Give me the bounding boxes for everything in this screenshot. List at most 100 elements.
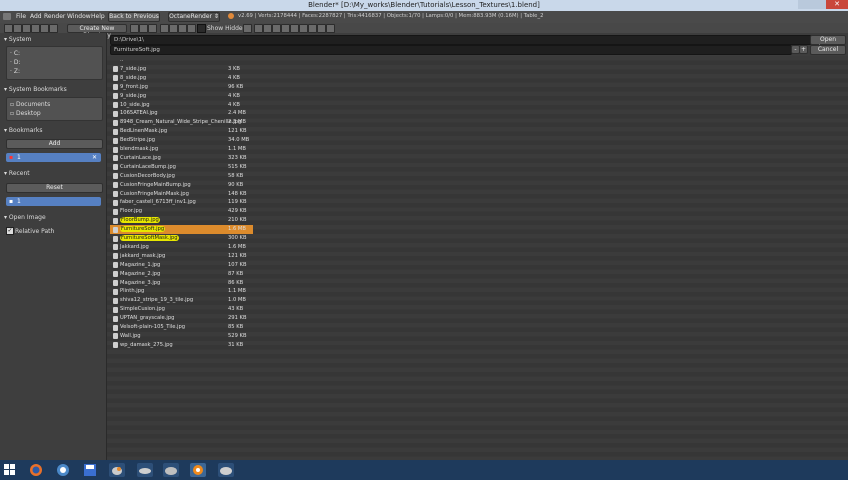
bookmark-item[interactable]: ▫ Documents — [10, 101, 50, 108]
refresh-icon[interactable] — [31, 24, 40, 33]
menu-help[interactable]: Help — [91, 13, 105, 20]
parent-directory-icon[interactable] — [4, 24, 13, 33]
app-icon[interactable] — [163, 463, 179, 477]
drive-item[interactable]: · D: — [10, 59, 20, 66]
forward-icon[interactable] — [22, 24, 31, 33]
file-row[interactable]: CurtainLace.jpg 323 KB — [110, 154, 253, 163]
file-row[interactable]: Magazine_3.jpg 86 KB — [110, 279, 253, 288]
menu-window[interactable]: Window — [67, 13, 91, 20]
file-row[interactable]: shiva12_stripe_19_3_tile.jpg 1.0 MB — [110, 296, 253, 305]
minimize-button[interactable] — [798, 0, 812, 9]
file-row[interactable]: CurtainLaceBump.jpg 515 KB — [110, 163, 253, 172]
sort-time-icon[interactable] — [178, 24, 187, 33]
filter-icon[interactable] — [243, 24, 252, 33]
windows-start-icon[interactable] — [3, 463, 17, 477]
file-row[interactable]: BedStripe.jpg 34.0 MB — [110, 136, 253, 145]
create-new-directory-button[interactable]: Create New Directory — [67, 24, 127, 39]
blender-icon[interactable] — [190, 463, 206, 477]
file-row[interactable]: 7_side.jpg 3 KB — [110, 65, 253, 74]
parent-directory-row[interactable]: .. — [110, 56, 253, 65]
menu-render[interactable]: Render — [44, 13, 65, 20]
file-row[interactable]: SimpleCusion.jpg 43 KB — [110, 305, 253, 314]
filter-more-icon[interactable] — [326, 24, 335, 33]
sort-name-icon[interactable] — [160, 24, 169, 33]
file-row[interactable]: 9_side.jpg 4 KB — [110, 92, 253, 101]
recent-header[interactable]: ▾ Recent — [4, 170, 30, 177]
filter-image-icon[interactable] — [272, 24, 281, 33]
system-bookmarks-header[interactable]: ▾ System Bookmarks — [4, 86, 67, 93]
increment-button[interactable]: + — [799, 45, 808, 54]
folder-icon[interactable] — [40, 24, 49, 33]
file-row[interactable]: jakkard_mask.jpg 121 KB — [110, 252, 253, 261]
file-row[interactable]: 1065ATEAI.jpg 2.4 MB — [110, 109, 253, 118]
reset-recent-button[interactable]: Reset — [6, 183, 103, 193]
bookmark-entry-selected[interactable]: ▪ 1 ✕ — [6, 153, 101, 162]
browser-icon[interactable] — [55, 463, 71, 477]
file-row[interactable]: UPTAN_grayscale.jpg 291 KB — [110, 314, 253, 323]
filter-folder-icon[interactable] — [254, 24, 263, 33]
filename-field[interactable]: FurnitureSoft.jpg — [110, 45, 792, 55]
render-engine-select[interactable]: OctaneRender ⇕ — [168, 12, 220, 22]
file-row[interactable]: 9_front.jpg 96 KB — [110, 83, 253, 92]
file-row[interactable]: Magazine_1.jpg 107 KB — [110, 261, 253, 270]
maximize-button[interactable] — [812, 0, 826, 9]
drive-item[interactable]: · C: — [10, 50, 20, 57]
file-row[interactable]: wp_damask_275.jpg 31 KB — [110, 341, 253, 350]
file-row[interactable]: CusionDecorBody.jpg 58 KB — [110, 172, 253, 181]
show-hidden-checkbox[interactable] — [197, 24, 206, 33]
file-row[interactable]: Magazine_2.jpg 87 KB — [110, 270, 253, 279]
file-row[interactable]: FloorBump.jpg 210 KB — [110, 216, 253, 225]
close-button[interactable]: ✕ — [826, 0, 848, 9]
view-icon[interactable] — [49, 24, 58, 33]
drive-item[interactable]: · Z: — [10, 68, 20, 75]
file-row[interactable]: FurnitureSoftMask.jpg 300 KB — [110, 234, 253, 243]
relative-path-checkbox[interactable]: ✓ — [6, 227, 14, 235]
filter-sound-icon[interactable] — [308, 24, 317, 33]
file-row[interactable]: Floor.jpg 429 KB — [110, 207, 253, 216]
open-image-header[interactable]: ▾ Open Image — [4, 214, 46, 221]
file-row[interactable]: Jakkard.jpg 1.6 MB — [110, 243, 253, 252]
filter-script-icon[interactable] — [290, 24, 299, 33]
filter-movie-icon[interactable] — [281, 24, 290, 33]
file-size: 291 KB — [228, 315, 247, 322]
firefox-icon[interactable] — [28, 463, 44, 477]
short-list-icon[interactable] — [148, 24, 157, 33]
sort-size-icon[interactable] — [187, 24, 196, 33]
blender-icon[interactable] — [137, 463, 153, 477]
directory-path-field[interactable]: D:\Drive\1\ — [110, 35, 812, 45]
filter-text-icon[interactable] — [317, 24, 326, 33]
save-icon[interactable] — [82, 463, 98, 477]
file-row[interactable]: Velsoft-plain-105_Tile.jpg 85 KB — [110, 323, 253, 332]
file-row[interactable]: Wall.jpg 529 KB — [110, 332, 253, 341]
back-to-previous-button[interactable]: Back to Previous — [108, 12, 160, 22]
app-icon[interactable] — [109, 463, 125, 477]
file-row[interactable]: faber_castell_6713ff_inv1.jpg 119 KB — [110, 198, 253, 207]
file-row[interactable]: CusionFringeMainMask.jpg 148 KB — [110, 190, 253, 199]
file-row[interactable]: Plinth.jpg 1.1 MB — [110, 287, 253, 296]
remove-bookmark-icon[interactable]: ✕ — [92, 154, 97, 161]
file-row[interactable]: blendmask.jpg 1.1 MB — [110, 145, 253, 154]
menu-file[interactable]: File — [16, 13, 26, 20]
file-row[interactable]: CusionFringeMainBump.jpg 90 KB — [110, 181, 253, 190]
add-bookmark-button[interactable]: Add — [6, 139, 103, 149]
menu-add[interactable]: Add — [30, 13, 42, 20]
list-view-icon[interactable] — [130, 24, 139, 33]
filter-blend-icon[interactable] — [263, 24, 272, 33]
open-image-button[interactable]: Open Image — [810, 35, 846, 51]
bookmark-item[interactable]: ▫ Desktop — [10, 110, 41, 117]
file-row[interactable]: 10_side.jpg 4 KB — [110, 101, 253, 110]
editor-type-icon[interactable] — [3, 13, 11, 20]
back-icon[interactable] — [13, 24, 22, 33]
sort-ext-icon[interactable] — [169, 24, 178, 33]
app-icon[interactable] — [218, 463, 234, 477]
file-row[interactable]: 8948_Cream_Natural_Wide_Stripe_Chenille.… — [110, 118, 253, 127]
filter-font-icon[interactable] — [299, 24, 308, 33]
file-row[interactable]: 8_side.jpg 4 KB — [110, 74, 253, 83]
file-row[interactable]: BedLinenMask.jpg 121 KB — [110, 127, 253, 136]
file-row[interactable]: FurnitureSoft.jpg 1.6 MB — [110, 225, 253, 235]
cancel-button[interactable]: Cancel — [810, 45, 846, 55]
system-panel-header[interactable]: ▾ System — [4, 36, 31, 43]
thumbnail-view-icon[interactable] — [139, 24, 148, 33]
bookmarks-header[interactable]: ▾ Bookmarks — [4, 127, 42, 134]
recent-entry-selected[interactable]: ▪ 1 — [6, 197, 101, 206]
